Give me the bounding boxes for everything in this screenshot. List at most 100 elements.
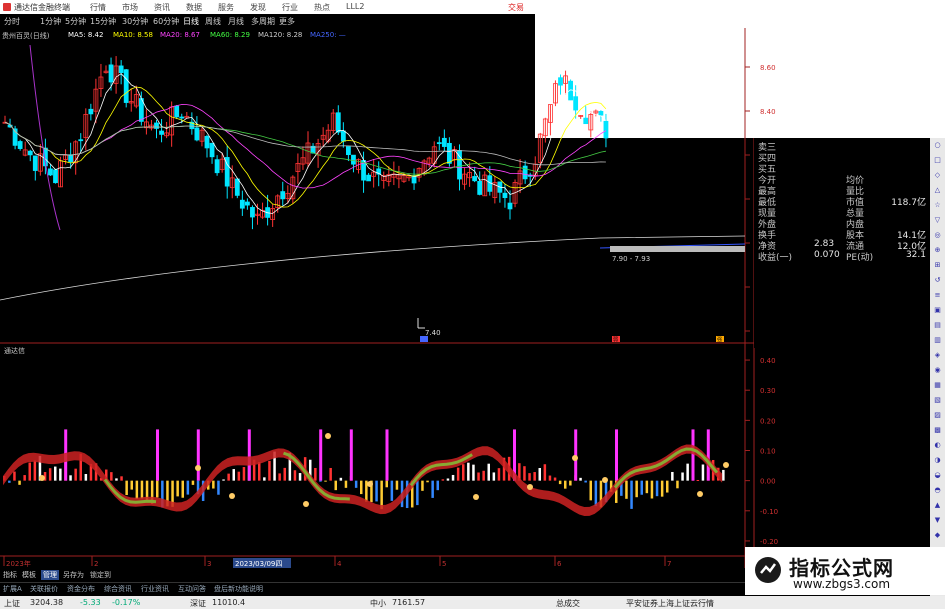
indicator-name: 通达信 xyxy=(4,346,25,355)
candle-body xyxy=(436,142,442,145)
indicator-tick-label: 0.40 xyxy=(760,357,776,365)
candle-body xyxy=(573,96,579,111)
target-icon[interactable]: ◎ xyxy=(933,231,942,240)
indicator-signal-bar xyxy=(349,429,353,481)
candle-body xyxy=(53,169,58,184)
indicator-signal-bar xyxy=(156,429,159,481)
ftab-news[interactable]: 综合资讯 xyxy=(104,584,132,594)
indicator-bar xyxy=(487,463,490,481)
quote-row: 外盘 内盘 xyxy=(754,217,930,230)
indicator-bar xyxy=(701,464,705,481)
indicator-bar xyxy=(115,478,118,481)
indicator-bar xyxy=(416,480,419,506)
price-range-label: 7.90 - 7.93 xyxy=(612,255,650,263)
refresh-icon[interactable]: ↺ xyxy=(933,276,942,285)
columns-icon[interactable]: ▥ xyxy=(933,336,942,345)
ftab-industry-news[interactable]: 行业资讯 xyxy=(141,584,169,594)
indicator-bar xyxy=(497,468,501,481)
sz-index-name[interactable]: 深证 xyxy=(190,598,206,609)
plus-icon[interactable]: ⊕ xyxy=(933,246,942,255)
highlight-date: 2023/03/09四 xyxy=(235,560,282,568)
indicator-bar xyxy=(344,480,348,488)
star-icon[interactable]: ☆ xyxy=(933,201,942,210)
hatch3-icon[interactable]: ▨ xyxy=(933,411,942,420)
candle-body xyxy=(214,159,220,174)
indicator-signal-bar xyxy=(247,429,251,481)
indicator-band-segment xyxy=(282,451,350,501)
quote-row: 买五 xyxy=(754,162,930,175)
filled-diamond-icon[interactable]: ◆ xyxy=(933,531,942,540)
circle-icon[interactable]: ○ xyxy=(933,141,942,150)
quote-row: 收益(一) 0.070 PE(动) 32.1 xyxy=(754,250,930,263)
hatch2-icon[interactable]: ▧ xyxy=(933,396,942,405)
sh-index-name[interactable]: 上证 xyxy=(4,598,20,609)
half-top-icon[interactable]: ◒ xyxy=(933,471,942,480)
diamond-icon[interactable]: ◇ xyxy=(933,171,942,180)
indicator-bar xyxy=(319,480,322,482)
triangle-icon[interactable]: △ xyxy=(933,186,942,195)
tab-indicator[interactable]: 指标 xyxy=(3,570,17,580)
indicator-bar xyxy=(283,467,286,481)
indicator-bar xyxy=(84,474,88,481)
indicator-bar xyxy=(655,480,659,497)
min-price-label: 7.40 xyxy=(425,329,441,337)
box-icon[interactable]: ▣ xyxy=(933,306,942,315)
quote-row: 现量 总量 xyxy=(754,206,930,219)
half-left-icon[interactable]: ◐ xyxy=(933,441,942,450)
ftab-related-quote[interactable]: 关联报价 xyxy=(30,584,58,594)
sz-index-value: 11010.4 xyxy=(212,598,246,607)
zx-index-name[interactable]: 中小 xyxy=(370,598,386,609)
indicator-bar xyxy=(640,480,643,495)
hand-marker-icon xyxy=(527,484,533,490)
down-icon[interactable]: ▼ xyxy=(933,516,942,525)
indicator-bar xyxy=(334,480,337,491)
indicator-bar xyxy=(181,480,184,498)
candle-body xyxy=(239,199,245,209)
hand-marker-icon xyxy=(195,465,201,471)
candle-body xyxy=(48,168,53,176)
indicator-bar xyxy=(339,477,343,481)
indicator-bar xyxy=(360,480,363,495)
grid-icon[interactable]: ⊞ xyxy=(933,261,942,270)
hatch-icon[interactable]: ▦ xyxy=(933,381,942,390)
indicator-bar xyxy=(375,480,378,502)
hand-marker-icon xyxy=(572,455,578,461)
indicator-bar xyxy=(553,477,557,481)
ftab-extend[interactable]: 扩展A xyxy=(3,584,22,594)
ftab-qa[interactable]: 互动问答 xyxy=(178,584,206,594)
tab-save-as[interactable]: 另存为 xyxy=(63,570,84,580)
tab-template[interactable]: 模板 xyxy=(22,570,36,580)
ftab-new-feature[interactable]: 盘后新功能说明 xyxy=(214,584,263,594)
indicator-bar xyxy=(222,479,225,481)
indicator-bar xyxy=(451,474,455,481)
indicator-bar xyxy=(564,480,567,489)
menu-icon[interactable]: ≡ xyxy=(933,291,942,300)
ma-line xyxy=(4,73,607,214)
hand-marker-icon xyxy=(697,491,703,497)
candle-body xyxy=(335,112,341,133)
candle-body xyxy=(209,142,215,158)
candle-body xyxy=(244,201,250,206)
event-marker xyxy=(420,336,428,342)
tab-lock-to[interactable]: 锁定到 xyxy=(90,570,111,580)
down-triangle-icon[interactable]: ▽ xyxy=(933,216,942,225)
indicator-bar xyxy=(18,480,21,485)
indicator-bar xyxy=(354,480,358,488)
indicator-bar xyxy=(645,480,649,494)
dot-icon[interactable]: ◉ xyxy=(933,366,942,375)
hand-marker-icon xyxy=(39,475,45,481)
indicator-bar xyxy=(314,467,317,481)
hatch4-icon[interactable]: ▩ xyxy=(933,426,942,435)
gem-icon[interactable]: ◈ xyxy=(933,351,942,360)
tab-manage[interactable]: 管理 xyxy=(41,570,59,580)
candle-body xyxy=(558,77,563,86)
candle-body xyxy=(351,154,356,165)
half-bottom-icon[interactable]: ◓ xyxy=(933,486,942,495)
list-icon[interactable]: ▤ xyxy=(933,321,942,330)
quote-row: 卖三 xyxy=(754,140,930,153)
half-right-icon[interactable]: ◑ xyxy=(933,456,942,465)
up-icon[interactable]: ▲ xyxy=(933,501,942,510)
watermark-logo-icon xyxy=(755,557,781,583)
square-icon[interactable]: □ xyxy=(933,156,942,165)
ftab-fund-dist[interactable]: 资金分布 xyxy=(67,584,95,594)
